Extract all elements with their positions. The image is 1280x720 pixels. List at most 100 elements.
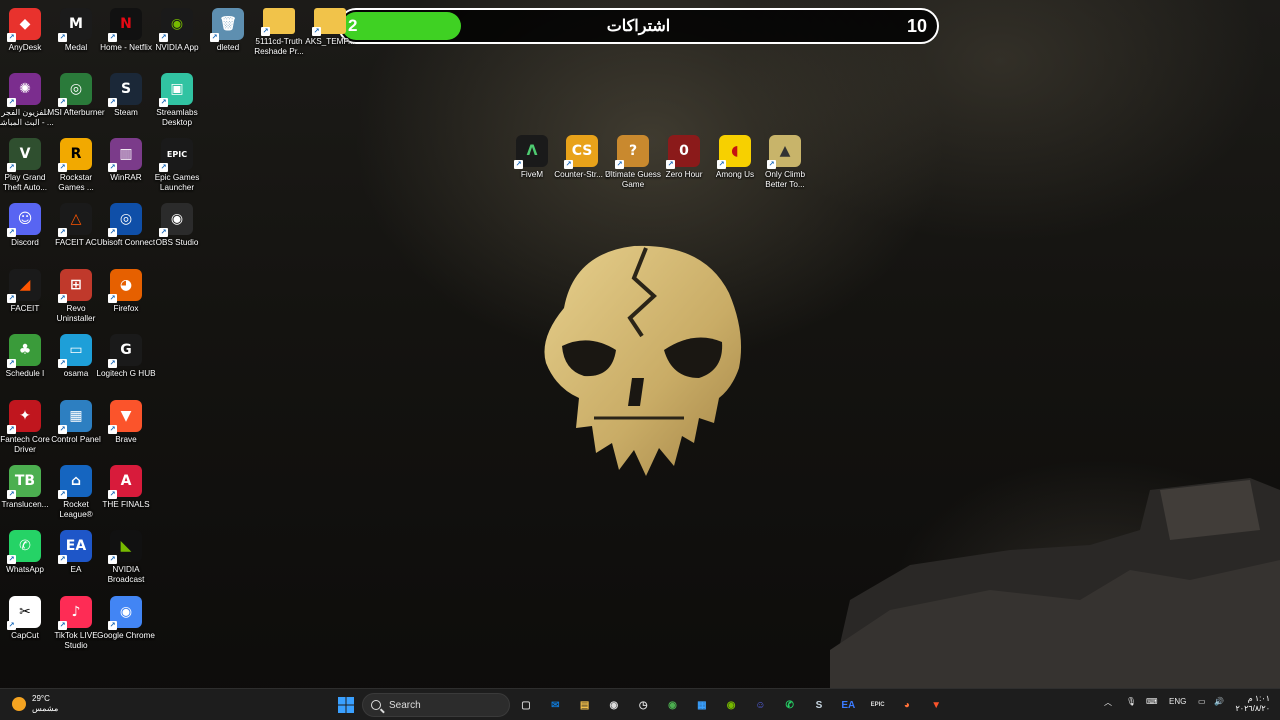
desktop-icon[interactable]: ◉ ↗ OBS Studio bbox=[152, 203, 202, 248]
microphone-icon[interactable]: 🎙 bbox=[1126, 697, 1136, 706]
shortcut-arrow-icon: ↗ bbox=[312, 27, 321, 36]
language-indicator[interactable]: ENG bbox=[1169, 697, 1186, 706]
desktop-icon[interactable]: △ ↗ FACEIT AC bbox=[51, 203, 101, 248]
taskbar-app-nvidia[interactable]: ◉ bbox=[721, 695, 741, 715]
app-icon: ↗ bbox=[312, 8, 346, 36]
desktop-icon[interactable]: G ↗ Logitech G HUB bbox=[96, 334, 156, 379]
taskbar-app-ea[interactable]: EA bbox=[838, 695, 858, 715]
shortcut-arrow-icon: ↗ bbox=[7, 621, 16, 630]
desktop-icon[interactable]: ◉ ↗ NVIDIA App bbox=[152, 8, 202, 53]
shortcut-arrow-icon: ↗ bbox=[108, 425, 117, 434]
shortcut-arrow-icon: ↗ bbox=[7, 163, 16, 172]
desktop-icon[interactable]: A ↗ THE FINALS bbox=[101, 465, 151, 510]
taskbar-app-firefox[interactable]: ◕ bbox=[897, 695, 917, 715]
desktop-icon[interactable]: ▼ ↗ Brave bbox=[101, 400, 151, 445]
taskbar-app-discord[interactable]: ☺ bbox=[750, 695, 770, 715]
start-button[interactable] bbox=[336, 695, 356, 715]
taskbar-app-task-view[interactable]: ▢ bbox=[516, 695, 536, 715]
desktop-icon[interactable]: ◎ ↗ Ubisoft Connect bbox=[97, 203, 155, 248]
desktop-icon[interactable]: R ↗ Rockstar Games ... bbox=[51, 138, 101, 193]
desktop-icon[interactable]: ◢ ↗ FACEIT bbox=[0, 269, 50, 314]
desktop-icon[interactable]: V ↗ Play Grand Theft Auto... bbox=[0, 138, 50, 193]
shortcut-arrow-icon: ↗ bbox=[108, 163, 117, 172]
desktop-icon[interactable]: ✆ ↗ WhatsApp bbox=[0, 530, 50, 575]
taskbar-app-brave[interactable]: ▼ bbox=[926, 695, 946, 715]
desktop-icon[interactable]: S ↗ Steam bbox=[101, 73, 151, 118]
desktop-icon[interactable]: ◉ ↗ Google Chrome bbox=[97, 596, 155, 641]
desktop-icon-label: Logitech G HUB bbox=[96, 369, 156, 378]
app-icon: ◉ ↗ bbox=[108, 596, 142, 630]
taskbar-app-chrome[interactable]: ◉ bbox=[663, 695, 683, 715]
desktop-icon[interactable]: M ↗ Medal bbox=[51, 8, 101, 53]
desktop-icon[interactable]: Λ ↗ FiveM bbox=[507, 135, 557, 180]
desktop-icon[interactable]: 🗑 ↗ dleted bbox=[203, 8, 253, 53]
taskbar-app-store[interactable]: ▦ bbox=[692, 695, 712, 715]
taskbar-app-outlook[interactable]: ✉ bbox=[545, 695, 565, 715]
network-icon[interactable]: ▭ bbox=[1198, 697, 1206, 706]
subscriber-goal-overlay: 2 اشتراكات 10 bbox=[338, 8, 939, 44]
taskbar-app-epic[interactable]: EPIC bbox=[868, 695, 888, 715]
desktop-icon[interactable]: ▣ ↗ Streamlabs Desktop bbox=[152, 73, 202, 128]
taskbar-app-file-explorer[interactable]: ▤ bbox=[575, 695, 595, 715]
desktop-icon[interactable]: TB ↗ Translucen... bbox=[0, 465, 50, 510]
app-icon: ↗ bbox=[261, 8, 295, 36]
taskbar-app-steam[interactable]: S bbox=[809, 695, 829, 715]
desktop-icon[interactable]: ✂ ↗ CapCut bbox=[0, 596, 50, 641]
volume-icon[interactable]: 🔊 bbox=[1214, 697, 1224, 706]
desktop-icon[interactable]: ▦ ↗ Control Panel bbox=[51, 400, 101, 445]
taskbar-app-speedometer[interactable]: ◷ bbox=[633, 695, 653, 715]
desktop-icon[interactable]: ◎ ↗ MSI Afterburner bbox=[47, 73, 105, 118]
app-icon: ◆ ↗ bbox=[7, 8, 41, 42]
desktop-icon[interactable]: ◆ ↗ AnyDesk bbox=[0, 8, 50, 53]
ea-icon: EA bbox=[841, 699, 856, 711]
desktop-icon[interactable]: ▥ ↗ WinRAR bbox=[101, 138, 151, 183]
desktop-icon[interactable]: CS ↗ Counter-Str... 2 bbox=[554, 135, 610, 180]
desktop-icon[interactable]: ✺ ↗ تلفزيون الفجر البث المباشر - ... bbox=[0, 73, 54, 128]
clock[interactable]: ١:٠١ م ٢٠٢٦/٨/٢٠ bbox=[1235, 694, 1270, 714]
desktop-icon[interactable]: ◕ ↗ Firefox bbox=[101, 269, 151, 314]
desktop-icon[interactable]: ↗ AKS_TEMP... bbox=[305, 8, 355, 47]
app-icon: 🗑 ↗ bbox=[210, 8, 244, 42]
shortcut-arrow-icon: ↗ bbox=[58, 33, 67, 42]
desktop-icon[interactable]: ⌂ ↗ Rocket League® bbox=[51, 465, 101, 520]
shortcut-arrow-icon: ↗ bbox=[58, 98, 67, 107]
taskbar-app-obs[interactable]: ◉ bbox=[604, 695, 624, 715]
desktop-icon[interactable]: N ↗ Home - Netflix bbox=[100, 8, 152, 53]
taskbar: 29°C مشمس Search ▢ ✉ ▤ ◉ ◷ ◉ ▦ ◉ ☺ ✆ S EA EPIC ◕ ▼ ︿ 🎙… bbox=[0, 688, 1280, 720]
desktop-icon[interactable]: ♪ ↗ TikTok LIVE Studio bbox=[51, 596, 101, 651]
desktop-icon[interactable]: ♣ ↗ Schedule I bbox=[0, 334, 50, 379]
desktop-icon-label: Streamlabs Desktop bbox=[156, 108, 198, 127]
desktop-icon-label: THE FINALS bbox=[102, 500, 150, 509]
desktop-icon[interactable]: 0 ↗ Zero Hour bbox=[659, 135, 709, 180]
taskbar-app-whatsapp[interactable]: ✆ bbox=[780, 695, 800, 715]
discord-icon: ☺ bbox=[755, 699, 766, 711]
desktop-icon[interactable]: EA ↗ EA bbox=[51, 530, 101, 575]
search-icon bbox=[371, 700, 381, 710]
desktop-icon[interactable]: ? ↗ Ultimate Guess Game bbox=[605, 135, 661, 190]
desktop-icon[interactable]: ▭ ↗ osama bbox=[51, 334, 101, 379]
keyboard-icon[interactable]: ⌨ bbox=[1146, 697, 1158, 706]
taskbar-search[interactable]: Search bbox=[362, 693, 510, 717]
desktop-icon[interactable]: ◖ ↗ Among Us bbox=[710, 135, 760, 180]
app-icon: ? ↗ bbox=[615, 135, 649, 169]
app-icon: ◢ ↗ bbox=[7, 269, 41, 303]
shortcut-arrow-icon: ↗ bbox=[159, 163, 168, 172]
app-icon: M ↗ bbox=[58, 8, 92, 42]
chevron-up-icon[interactable]: ︿ bbox=[1104, 697, 1112, 708]
desktop-icon[interactable]: ☺ ↗ Discord bbox=[0, 203, 50, 248]
brave-icon: ▼ bbox=[931, 699, 942, 711]
desktop-icon[interactable]: ◣ ↗ NVIDIA Broadcast bbox=[101, 530, 151, 585]
desktop-icon[interactable]: EPIC ↗ Epic Games Launcher bbox=[152, 138, 202, 193]
app-icon: ✺ ↗ bbox=[7, 73, 41, 107]
desktop-icon[interactable]: ↗ 5111cd-Truth Reshade Pr... bbox=[254, 8, 304, 57]
store-icon: ▦ bbox=[697, 699, 707, 711]
app-icon: ♣ ↗ bbox=[7, 334, 41, 368]
desktop-icon[interactable]: ✦ ↗ Fantech Core Driver bbox=[0, 400, 50, 455]
shortcut-arrow-icon: ↗ bbox=[58, 294, 67, 303]
desktop-icon[interactable]: ⊞ ↗ Revo Uninstaller bbox=[51, 269, 101, 324]
shortcut-arrow-icon: ↗ bbox=[7, 98, 16, 107]
app-icon: ▲ ↗ bbox=[767, 135, 801, 169]
weather-widget[interactable]: 29°C مشمس bbox=[12, 694, 58, 714]
app-icon: ◖ ↗ bbox=[717, 135, 751, 169]
desktop-icon[interactable]: ▲ ↗ Only Climb Better To... bbox=[760, 135, 810, 190]
